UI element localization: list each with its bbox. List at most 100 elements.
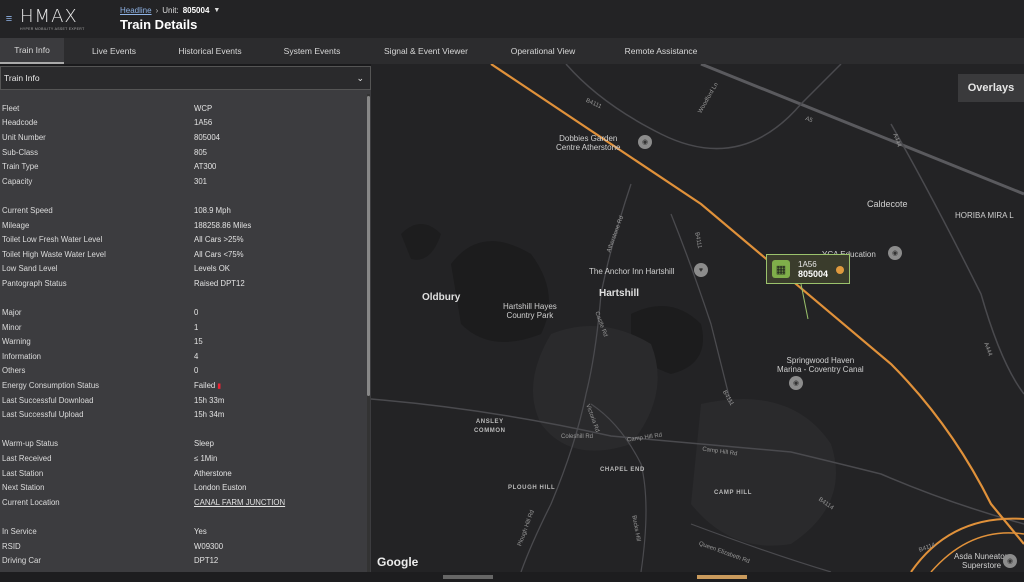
info-group-service: In Service Yes RSID W09300 Driving Car DPT1… xyxy=(2,524,371,568)
info-value: London Euston xyxy=(194,483,247,493)
info-value: ≤ 1Min xyxy=(194,454,218,464)
info-value: All Cars <75% xyxy=(194,249,244,259)
info-row: Current Location CANAL FARM JUNCTION xyxy=(2,495,371,510)
info-value: 805004 xyxy=(194,132,221,142)
caret-down-icon[interactable]: ▼ xyxy=(213,7,220,14)
place-springwood: Springwood Haven Marina - Coventry Canal xyxy=(777,356,864,374)
tab-signal-event-viewer[interactable]: Signal & Event Viewer xyxy=(368,38,484,64)
info-group-status: Current Speed 108.9 Mph Mileage 188258.86 … xyxy=(2,203,371,291)
train-unit-number: 805004 xyxy=(798,268,829,279)
urban-area xyxy=(691,399,836,546)
info-row: Driving Car DPT12 xyxy=(2,553,371,568)
info-key: Energy Consumption Status xyxy=(2,381,100,391)
chevron-down-icon[interactable]: ⌄ xyxy=(356,73,364,84)
info-key: Others xyxy=(2,366,26,376)
info-key: Next Station xyxy=(2,483,45,493)
info-key: Pantograph Status xyxy=(2,278,67,288)
info-key: Major xyxy=(2,308,22,318)
place-caldecote: Caldecote xyxy=(867,199,908,209)
map-view[interactable]: Overlays Dobbies Garden Centre Atherston… xyxy=(371,64,1024,572)
info-key: Headcode xyxy=(2,118,38,128)
info-row: Next Station London Euston xyxy=(2,480,371,495)
wooded-area xyxy=(401,224,441,260)
train-info-panel: Train Info ⌄ Fleet WCP Headcode 1A56 Unit … xyxy=(0,66,371,582)
info-value: 15 xyxy=(194,337,203,347)
info-value: 188258.86 Miles xyxy=(194,220,252,230)
info-row: Train Type AT300 xyxy=(2,159,371,174)
info-value: 805 xyxy=(194,147,208,157)
bottom-indicator-active xyxy=(697,575,747,579)
info-key: Last Received xyxy=(2,454,52,464)
tab-operational-view[interactable]: Operational View xyxy=(484,38,602,64)
app-root: ≡ HMAX HYPER MOBILITY ASSET EXPERT Headl… xyxy=(0,0,1024,582)
shopping-poi-icon[interactable]: ◉ xyxy=(1003,554,1017,568)
info-row: Toilet Low Fresh Water Level All Cars >25… xyxy=(2,232,371,247)
info-row: Last Successful Upload 15h 34m xyxy=(2,407,371,422)
failed-flag-icon: ▮ xyxy=(217,382,222,390)
tab-live-events[interactable]: Live Events xyxy=(64,38,164,64)
info-key: Warm-up Status xyxy=(2,439,59,449)
info-key: Low Sand Level xyxy=(2,264,58,274)
info-key: Last Successful Upload xyxy=(2,410,84,420)
info-key: In Service xyxy=(2,527,37,537)
tab-historical-events[interactable]: Historical Events xyxy=(164,38,256,64)
info-row: Warning 15 xyxy=(2,335,371,350)
info-row: Pantograph Status Raised DPT12 xyxy=(2,276,371,291)
place-plough-hill: PLOUGH HILL xyxy=(508,485,556,491)
info-row: Fleet WCP xyxy=(2,101,371,116)
train-marker[interactable]: ▦ 1A56 805004 xyxy=(766,254,850,284)
tab-train-info[interactable]: Train Info xyxy=(0,38,64,64)
place-oldbury: Oldbury xyxy=(422,292,461,303)
tab-system-events[interactable]: System Events xyxy=(256,38,368,64)
info-row: Last Station Atherstone xyxy=(2,466,371,481)
place-ansley-common: ANSLEY COMMON xyxy=(474,419,506,434)
info-row: Sub-Class 805 xyxy=(2,145,371,160)
top-header: ≡ HMAX HYPER MOBILITY ASSET EXPERT Headl… xyxy=(0,0,1024,38)
place-camp-hill: CAMP HILL xyxy=(714,490,752,496)
info-key: Toilet High Waste Water Level xyxy=(2,249,106,259)
unit-label: Unit: xyxy=(162,6,179,15)
unit-select[interactable]: 805004 xyxy=(183,6,210,15)
logo-text: HMAX xyxy=(20,5,78,27)
info-row: Toilet High Waste Water Level All Cars <7… xyxy=(2,247,371,262)
bottom-strip xyxy=(0,572,1024,582)
panel-header[interactable]: Train Info ⌄ xyxy=(0,66,371,90)
pub-poi-icon[interactable]: ♥ xyxy=(694,263,708,277)
panel-scrollbar-thumb[interactable] xyxy=(367,96,370,396)
info-value: All Cars >25% xyxy=(194,235,244,245)
education-poi-icon[interactable]: ◉ xyxy=(888,246,902,260)
info-row: RSID W09300 xyxy=(2,539,371,554)
current-location-link[interactable]: CANAL FARM JUNCTION xyxy=(194,498,285,507)
breadcrumb-line: Headline › Unit: 805004 ▼ xyxy=(120,6,220,15)
info-row: Current Speed 108.9 Mph xyxy=(2,203,371,218)
info-value: 301 xyxy=(194,176,208,186)
train-headcode: 1A56 xyxy=(798,259,817,269)
app-logo[interactable]: HMAX HYPER MOBILITY ASSET EXPERT xyxy=(20,5,100,31)
info-value: 1A56 xyxy=(194,118,213,128)
place-anchor-inn: The Anchor Inn Hartshill xyxy=(589,267,675,276)
overlays-button[interactable]: Overlays xyxy=(958,74,1024,102)
info-row: Others 0 xyxy=(2,364,371,379)
panel-title: Train Info xyxy=(4,73,40,83)
info-value: 15h 33m xyxy=(194,395,225,405)
info-key: Unit Number xyxy=(2,132,46,142)
breadcrumb-headline-link[interactable]: Headline xyxy=(120,6,152,15)
breadcrumb: Headline › Unit: 805004 ▼ Train Details xyxy=(120,6,220,32)
info-key: Fleet xyxy=(2,103,20,113)
info-value: Raised DPT12 xyxy=(194,278,245,288)
marina-poi-icon[interactable]: ◉ xyxy=(789,376,803,390)
info-key: Current Location xyxy=(2,497,60,507)
info-group-identity: Fleet WCP Headcode 1A56 Unit Number 805004 … xyxy=(2,101,371,189)
place-horiba: HORIBA MIRA L xyxy=(955,211,1014,220)
info-key: Mileage xyxy=(2,220,30,230)
hamburger-menu-icon[interactable]: ≡ xyxy=(2,0,16,38)
info-row: Capacity 301 xyxy=(2,174,371,189)
info-key: Sub-Class xyxy=(2,147,38,157)
info-row: Headcode 1A56 xyxy=(2,116,371,131)
tab-remote-assistance[interactable]: Remote Assistance xyxy=(602,38,720,64)
shopping-poi-icon[interactable]: ◉ xyxy=(638,135,652,149)
